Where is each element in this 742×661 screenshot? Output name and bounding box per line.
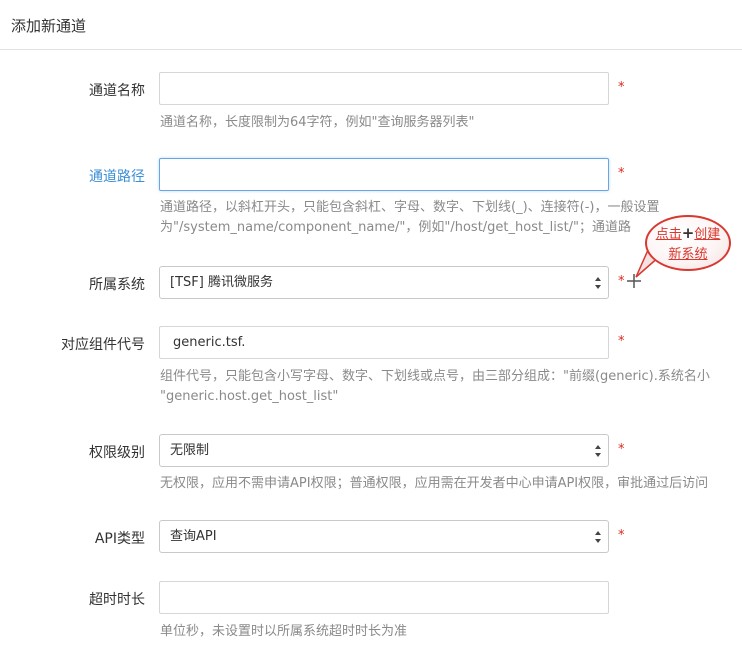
system-select-value: [TSF] 腾讯微服务	[170, 275, 273, 290]
channel-path-help-line2: 为"/system_name/component_name/"，例如"/host…	[160, 220, 632, 235]
permission-level-label: 权限级别	[89, 445, 145, 461]
create-system-callout[interactable]: 点击+创建 新系统	[645, 215, 731, 271]
permission-level-select[interactable]: 无限制	[159, 434, 609, 467]
select-arrows-icon	[595, 277, 601, 289]
component-code-label: 对应组件代号	[61, 337, 145, 353]
required-marker: *	[618, 80, 625, 95]
timeout-label: 超时时长	[89, 592, 145, 608]
system-label: 所属系统	[89, 277, 145, 293]
callout-click-text[interactable]: 点击	[656, 227, 682, 242]
api-type-select[interactable]: 查询API	[159, 520, 609, 553]
api-type-value: 查询API	[170, 529, 217, 544]
page-title: 添加新通道	[11, 17, 87, 35]
callout-new-system-text[interactable]: 新系统	[647, 245, 729, 265]
permission-level-value: 无限制	[170, 443, 210, 458]
required-marker: *	[618, 442, 625, 457]
system-select[interactable]: [TSF] 腾讯微服务	[159, 266, 609, 299]
required-marker: *	[618, 166, 625, 181]
callout-plus-symbol: +	[681, 224, 695, 242]
component-code-help-line2: "generic.host.get_host_list"	[160, 389, 339, 404]
permission-level-help: 无权限，应用不需申请API权限；普通权限，应用需在开发者中心申请API权限，审批…	[160, 476, 709, 491]
api-type-label: API类型	[94, 531, 145, 547]
select-arrows-icon	[595, 445, 601, 457]
component-code-input[interactable]: generic.tsf.	[159, 326, 609, 359]
component-code-help-line1: 组件代号，只能包含小写字母、数字、下划线或点号，由三部分组成："前缀(gener…	[160, 369, 710, 384]
channel-path-input[interactable]	[159, 158, 609, 191]
channel-name-input[interactable]	[159, 72, 609, 105]
channel-path-label: 通道路径	[89, 169, 145, 185]
channel-path-help-line1: 通道路径，以斜杠开头，只能包含斜杠、字母、数字、下划线(_)、连接符(-)，一般…	[160, 200, 660, 215]
select-arrows-icon	[595, 531, 601, 543]
required-marker: *	[618, 334, 625, 349]
timeout-input[interactable]	[159, 581, 609, 614]
callout-create-text[interactable]: 创建	[694, 227, 720, 242]
channel-name-help: 通道名称，长度限制为64字符，例如"查询服务器列表"	[160, 115, 475, 130]
channel-name-label: 通道名称	[89, 83, 145, 99]
required-marker: *	[618, 528, 625, 543]
page-header: 添加新通道	[0, 0, 742, 50]
required-marker: *	[618, 274, 625, 289]
timeout-help: 单位秒，未设置时以所属系统超时时长为准	[160, 624, 408, 639]
